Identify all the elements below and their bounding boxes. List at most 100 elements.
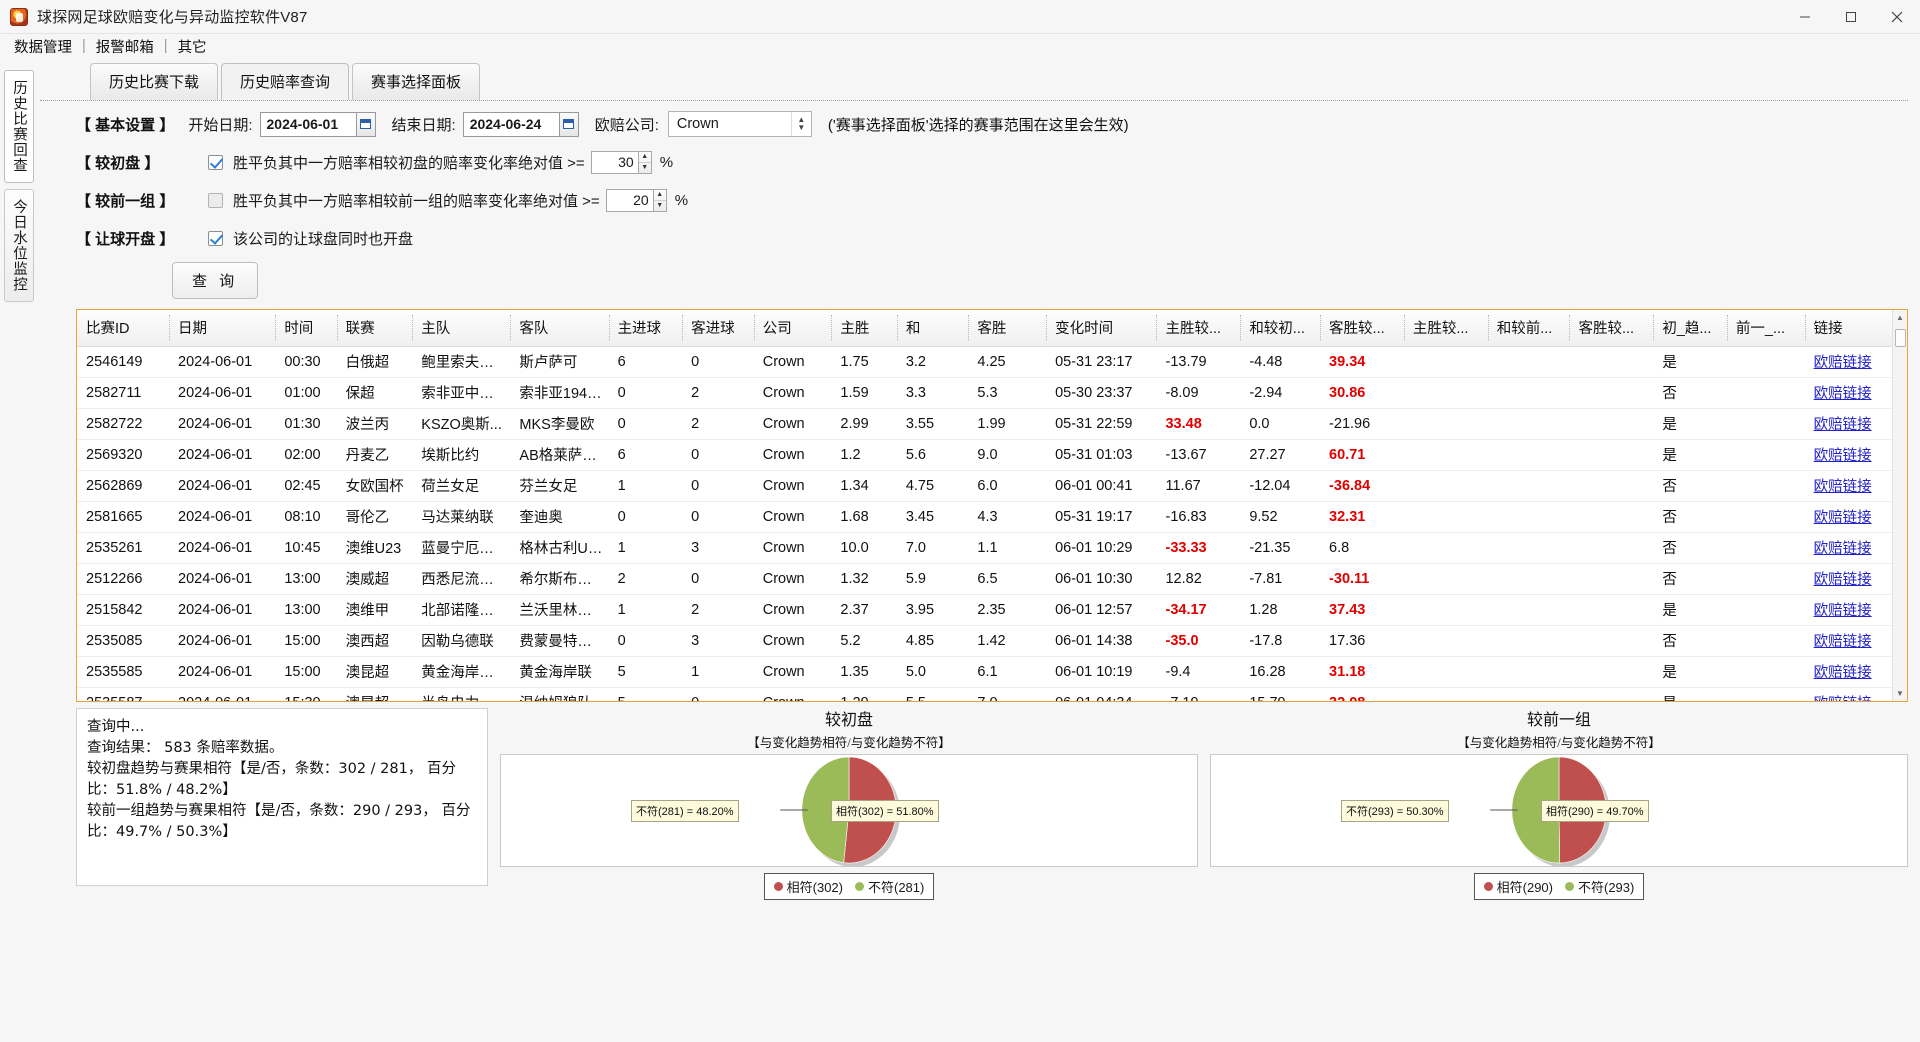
scrollbar-thumb[interactable] [1894,329,1906,347]
cell-away-win: 5.3 [968,377,1047,409]
odds-link[interactable]: 欧赔链接 [1814,417,1872,433]
calendar-icon[interactable] [355,111,376,137]
handicap-checkbox[interactable] [208,230,223,246]
table-row[interactable]: 25355872024-06-0115:30澳昆超半岛电力温纳姆狼队50Crow… [77,687,1907,701]
query-button-row: 查 询 [40,257,1908,303]
tab-match-selection-panel[interactable]: 赛事选择面板 [352,63,481,100]
col-draw-vs-first[interactable]: 和较初... [1240,310,1321,347]
maximize-button[interactable] [1828,0,1874,34]
table-row[interactable]: 2535585 2024-06-01 15:00 澳昆超 黄金海岸骑士 黄金海岸联 5 1 Cr… [77,656,1907,688]
cell-first-trend: 否 [1653,377,1727,409]
cell-league: 白俄超 [336,346,413,378]
cell-draw-vs-prev [1487,563,1570,595]
close-button[interactable] [1874,0,1920,34]
col-away-vs-first[interactable]: 客胜较... [1320,310,1404,347]
table-row[interactable]: 2562869 2024-06-01 02:45 女欧国杯 荷兰女足 芬兰女足 1 0 Crow… [77,470,1907,502]
col-draw[interactable]: 和 [896,310,969,347]
odds-link[interactable]: 欧赔链接 [1814,572,1872,588]
chevron-updown-icon[interactable]: ▲ ▼ [790,112,811,136]
cell-home-team: 荷兰女足 [412,470,511,502]
cell-prev-trend [1726,656,1805,688]
table-row[interactable]: 2515842 2024-06-01 13:00 澳维甲 北部诺隆爵士 兰沃里林弗洛 1 2 C… [77,594,1907,626]
cell-time: 08:10 [275,501,337,533]
col-away-goals[interactable]: 客进球 [682,310,754,347]
end-date-picker[interactable]: 2024-06-24 [462,111,579,137]
start-date-picker[interactable]: 2024-06-01 [259,111,376,137]
vertical-tab-today-monitor[interactable]: 今日水位监控 [4,189,34,302]
tab-history-download[interactable]: 历史比赛下载 [90,63,219,100]
cell-away-goals: 0 [682,346,754,378]
first-odds-threshold-input[interactable]: 30 [590,150,639,174]
cell-company: Crown [753,532,832,564]
start-date-input[interactable]: 2024-06-01 [259,111,356,137]
table-row[interactable]: 2569320 2024-06-01 02:00 丹麦乙 埃斯比约 AB格莱萨克... 6 0… [77,439,1907,471]
first-odds-stepper[interactable]: ▲ ▼ [638,150,652,174]
odds-link[interactable]: 欧赔链接 [1814,634,1872,650]
cell-first-trend: 否 [1653,625,1727,657]
start-date-label: 开始日期: [188,116,253,134]
col-company[interactable]: 公司 [753,310,832,347]
table-vertical-scrollbar[interactable]: ▲ ▼ [1892,310,1907,701]
end-date-input[interactable]: 2024-06-24 [462,111,559,137]
query-button[interactable]: 查 询 [172,261,259,299]
odds-link[interactable]: 欧赔链接 [1814,603,1872,619]
odds-link[interactable]: 欧赔链接 [1814,355,1872,371]
scrollbar-track[interactable] [1893,347,1908,686]
odds-link[interactable]: 欧赔链接 [1814,541,1872,557]
menu-item-alert-mailbox[interactable]: 报警邮箱 [88,34,162,59]
odds-link[interactable]: 欧赔链接 [1814,696,1872,701]
menu-item-other[interactable]: 其它 [170,34,215,59]
calendar-icon[interactable] [558,111,579,137]
odds-link[interactable]: 欧赔链接 [1814,448,1872,464]
bottom-section: 查询中... 查询结果： 583 条赔率数据。 较初盘趋势与赛果相符【是/否，条… [76,708,1908,900]
table-row[interactable]: 2535085 2024-06-01 15:00 澳西超 因勒乌德联 费蒙曼特尔市 0 3 Cr… [77,625,1907,657]
minimize-button[interactable] [1782,0,1828,34]
menu-item-data-management[interactable]: 数据管理 [6,34,80,59]
table-row[interactable]: 2512266 2024-06-01 13:00 澳威超 西悉尼流浪... 希尔斯布伦..… [77,563,1907,595]
col-away-win[interactable]: 客胜 [968,310,1047,347]
cell-match-id: 2515842 [77,594,169,626]
col-time[interactable]: 时间 [275,310,337,347]
cell-change-time: 06-01 10:29 [1046,532,1157,564]
col-home-win[interactable]: 主胜 [831,310,897,347]
prev-group-stepper[interactable]: ▲ ▼ [653,188,667,212]
col-away-team[interactable]: 客队 [510,310,609,347]
col-home-goals[interactable]: 主进球 [608,310,683,347]
tab-history-odds-query[interactable]: 历史赔率查询 [221,63,350,100]
col-draw-vs-prev[interactable]: 和较前... [1487,310,1570,347]
col-match-id[interactable]: 比赛ID [77,310,169,347]
odds-link[interactable]: 欧赔链接 [1814,665,1872,681]
scroll-up-icon[interactable]: ▲ [1893,310,1908,325]
col-home-team[interactable]: 主队 [412,310,511,347]
table-row[interactable]: 2582722 2024-06-01 01:30 波兰丙 KSZO奥斯... MKS李曼欧… [77,408,1907,440]
cell-away-win: 2.35 [968,594,1047,626]
odds-link[interactable]: 欧赔链接 [1814,479,1872,495]
col-first-trend[interactable]: 初_趋... [1653,310,1727,347]
cell-first-trend: 是 [1653,439,1727,471]
cell-first-trend: 否 [1653,563,1727,595]
cell-draw-vs-prev [1487,687,1570,701]
vertical-tab-history-review[interactable]: 历史比赛回查 [4,70,34,183]
odds-link[interactable]: 欧赔链接 [1814,386,1872,402]
cell-home-vs-first: 12.82 [1156,563,1241,595]
scroll-down-icon[interactable]: ▼ [1893,686,1908,701]
table-row[interactable]: 2581665 2024-06-01 08:10 哥伦乙 马达莱纳联 奎迪奥 0 0 Crown… [77,501,1907,533]
first-odds-unit: % [659,153,674,171]
prev-group-threshold-input[interactable]: 20 [605,188,654,212]
table-row[interactable]: 2582711 2024-06-01 01:00 保超 索非亚中央... 索非亚1948.… [77,377,1907,409]
col-away-vs-prev[interactable]: 客胜较... [1569,310,1654,347]
odds-link[interactable]: 欧赔链接 [1814,510,1872,526]
cell-home-vs-prev [1403,532,1488,564]
col-home-vs-first[interactable]: 主胜较... [1156,310,1241,347]
col-home-vs-prev[interactable]: 主胜较... [1403,310,1488,347]
table-row[interactable]: 2546149 2024-06-01 00:30 白俄超 鲍里索夫巴特 斯卢萨可 6 0 Cro… [77,346,1907,378]
col-date[interactable]: 日期 [169,310,276,347]
cell-home-team: 埃斯比约 [412,439,511,471]
first-odds-checkbox[interactable] [208,154,223,170]
prev-group-checkbox[interactable] [208,192,223,208]
odds-company-select[interactable]: Crown ▲ ▼ [667,111,812,137]
col-prev-trend[interactable]: 前一_... [1726,310,1805,347]
col-change-time[interactable]: 变化时间 [1046,310,1157,347]
col-league[interactable]: 联赛 [336,310,413,347]
table-row[interactable]: 2535261 2024-06-01 10:45 澳维U23 蓝曼宁厄姆... 格林古利U… [77,532,1907,564]
